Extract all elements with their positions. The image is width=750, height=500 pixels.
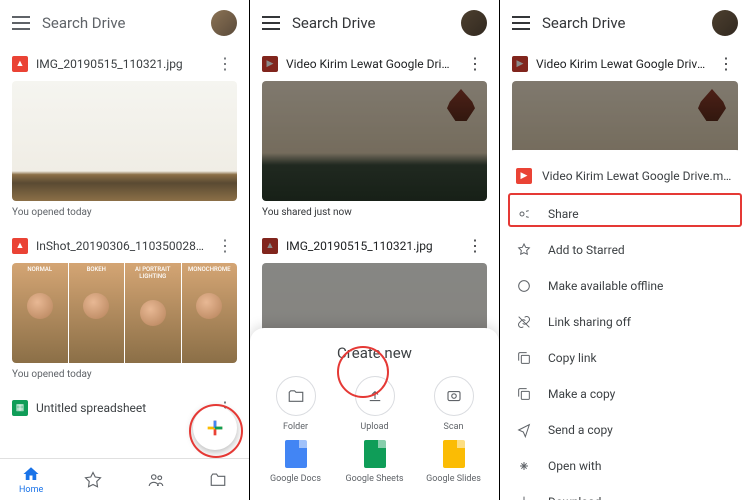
option-folder[interactable]: Folder [261, 376, 331, 432]
context-title: Video Kirim Lewat Google Drive.mp4 [542, 169, 734, 183]
more-icon: ⋮ [714, 54, 738, 73]
avatar [461, 10, 487, 36]
search-input: Search Drive [292, 14, 449, 32]
bottom-nav: Home [0, 458, 249, 500]
menu-link-sharing[interactable]: Link sharing off [500, 304, 750, 340]
video-icon: ▶ [262, 56, 278, 72]
file-row[interactable]: ▲ InShot_20190306_110350028.jpg ⋮ [0, 228, 249, 263]
menu-send-copy[interactable]: Send a copy [500, 412, 750, 448]
video-icon: ▶ [512, 56, 528, 72]
sheets-icon [364, 440, 386, 468]
option-docs[interactable]: Google Docs [261, 440, 331, 484]
menu-make-copy[interactable]: Make a copy [500, 376, 750, 412]
panel-drive-home: Search Drive ▲ IMG_20190515_110321.jpg ⋮… [0, 0, 250, 500]
file-name: Video Kirim Lewat Google Drive.mp4 [286, 57, 455, 71]
file-row: ▶ Video Kirim Lewat Google Drive.mp4 ⋮ [250, 46, 499, 81]
highlight-circle [337, 346, 389, 398]
menu-icon [512, 16, 530, 30]
docs-icon [285, 440, 307, 468]
menu-open-with[interactable]: Open with [500, 448, 750, 484]
highlight-circle [189, 404, 243, 458]
option-sheets[interactable]: Google Sheets [340, 440, 410, 484]
file-subtitle: You opened today [0, 201, 249, 228]
slides-icon [443, 440, 465, 468]
highlight-box [508, 193, 742, 227]
menu-star[interactable]: Add to Starred [500, 232, 750, 268]
file-row: ▲ IMG_20190515_110321.jpg ⋮ [250, 228, 499, 263]
option-scan[interactable]: Scan [419, 376, 489, 432]
avatar[interactable] [211, 10, 237, 36]
nav-starred[interactable] [62, 459, 124, 500]
menu-copy-link[interactable]: Copy link [500, 340, 750, 376]
sheet-icon: ▦ [12, 400, 28, 416]
image-icon: ▲ [12, 56, 28, 72]
file-subtitle: You shared just now [250, 201, 499, 228]
nav-files[interactable] [187, 459, 249, 500]
file-name: Untitled spreadsheet [36, 401, 205, 415]
menu-download[interactable]: Download [500, 484, 750, 500]
panel-create-new: Search Drive ▶ Video Kirim Lewat Google … [250, 0, 500, 500]
menu-icon [262, 16, 280, 30]
menu-icon[interactable] [12, 16, 30, 30]
video-icon: ▶ [516, 168, 532, 184]
more-icon: ⋮ [463, 54, 487, 73]
nav-home[interactable]: Home [0, 459, 62, 500]
image-icon: ▲ [262, 238, 278, 254]
file-name: Video Kirim Lewat Google Drive.mp4 [536, 57, 706, 71]
file-name: IMG_20190515_110321.jpg [36, 57, 205, 71]
avatar [712, 10, 738, 36]
more-icon: ⋮ [463, 236, 487, 255]
file-subtitle: You opened today [0, 363, 249, 390]
file-row[interactable]: ▲ IMG_20190515_110321.jpg ⋮ [0, 46, 249, 81]
search-input: Search Drive [542, 14, 700, 32]
file-row: ▶ Video Kirim Lewat Google Drive.mp4 ⋮ [500, 46, 750, 81]
search-input[interactable]: Search Drive [42, 14, 199, 32]
more-icon[interactable]: ⋮ [213, 54, 237, 73]
file-name: IMG_20190515_110321.jpg [286, 239, 455, 253]
file-name: InShot_20190306_110350028.jpg [36, 239, 205, 253]
file-thumbnail[interactable]: NORMAL BOKEH AI PORTRAIT LIGHTING MONOCH… [12, 263, 237, 363]
more-icon[interactable]: ⋮ [213, 236, 237, 255]
nav-shared[interactable] [125, 459, 187, 500]
panel-context-menu: Search Drive ▶ Video Kirim Lewat Google … [500, 0, 750, 500]
option-slides[interactable]: Google Slides [419, 440, 489, 484]
file-thumbnail[interactable] [12, 81, 237, 201]
file-thumbnail [262, 81, 487, 201]
menu-offline[interactable]: Make available offline [500, 268, 750, 304]
image-icon: ▲ [12, 238, 28, 254]
